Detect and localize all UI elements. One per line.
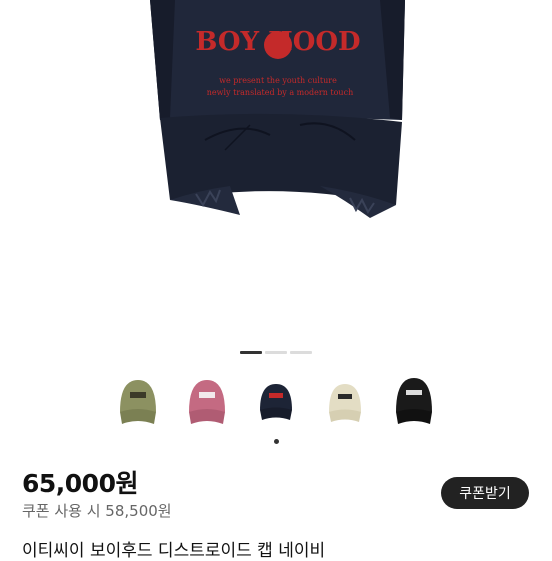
color-variant-thumbnails [0,374,552,434]
thumb-pink[interactable] [177,374,237,434]
thumb-navy[interactable] [246,374,306,434]
product-title: 이티씨이 보이후드 디스트로이드 캡 네이비 [22,541,326,561]
thumb-beige[interactable] [315,374,375,434]
pager-bar-3[interactable] [290,351,312,354]
cap-front-line-1: we present the youth culture [219,76,337,85]
selected-thumb-indicator [274,439,279,444]
coupon-price-info: 쿠폰 사용 시 58,500원 [22,502,172,520]
pager-bar-2[interactable] [265,351,287,354]
logo-emblem [264,31,292,59]
thumb-black[interactable] [384,374,444,434]
thumb-olive[interactable] [108,374,168,434]
cap-front-line-2: newly translated by a modern touch [207,88,353,97]
image-pager [240,351,312,354]
pager-bar-1[interactable] [240,351,262,354]
cap-illustration: BOY HOOD we present the youth culture ne… [150,0,405,218]
get-coupon-button[interactable]: 쿠폰받기 [441,477,529,509]
product-hero-image[interactable]: BOY HOOD we present the youth culture ne… [0,0,552,340]
product-price: 65,000원 [22,469,138,498]
